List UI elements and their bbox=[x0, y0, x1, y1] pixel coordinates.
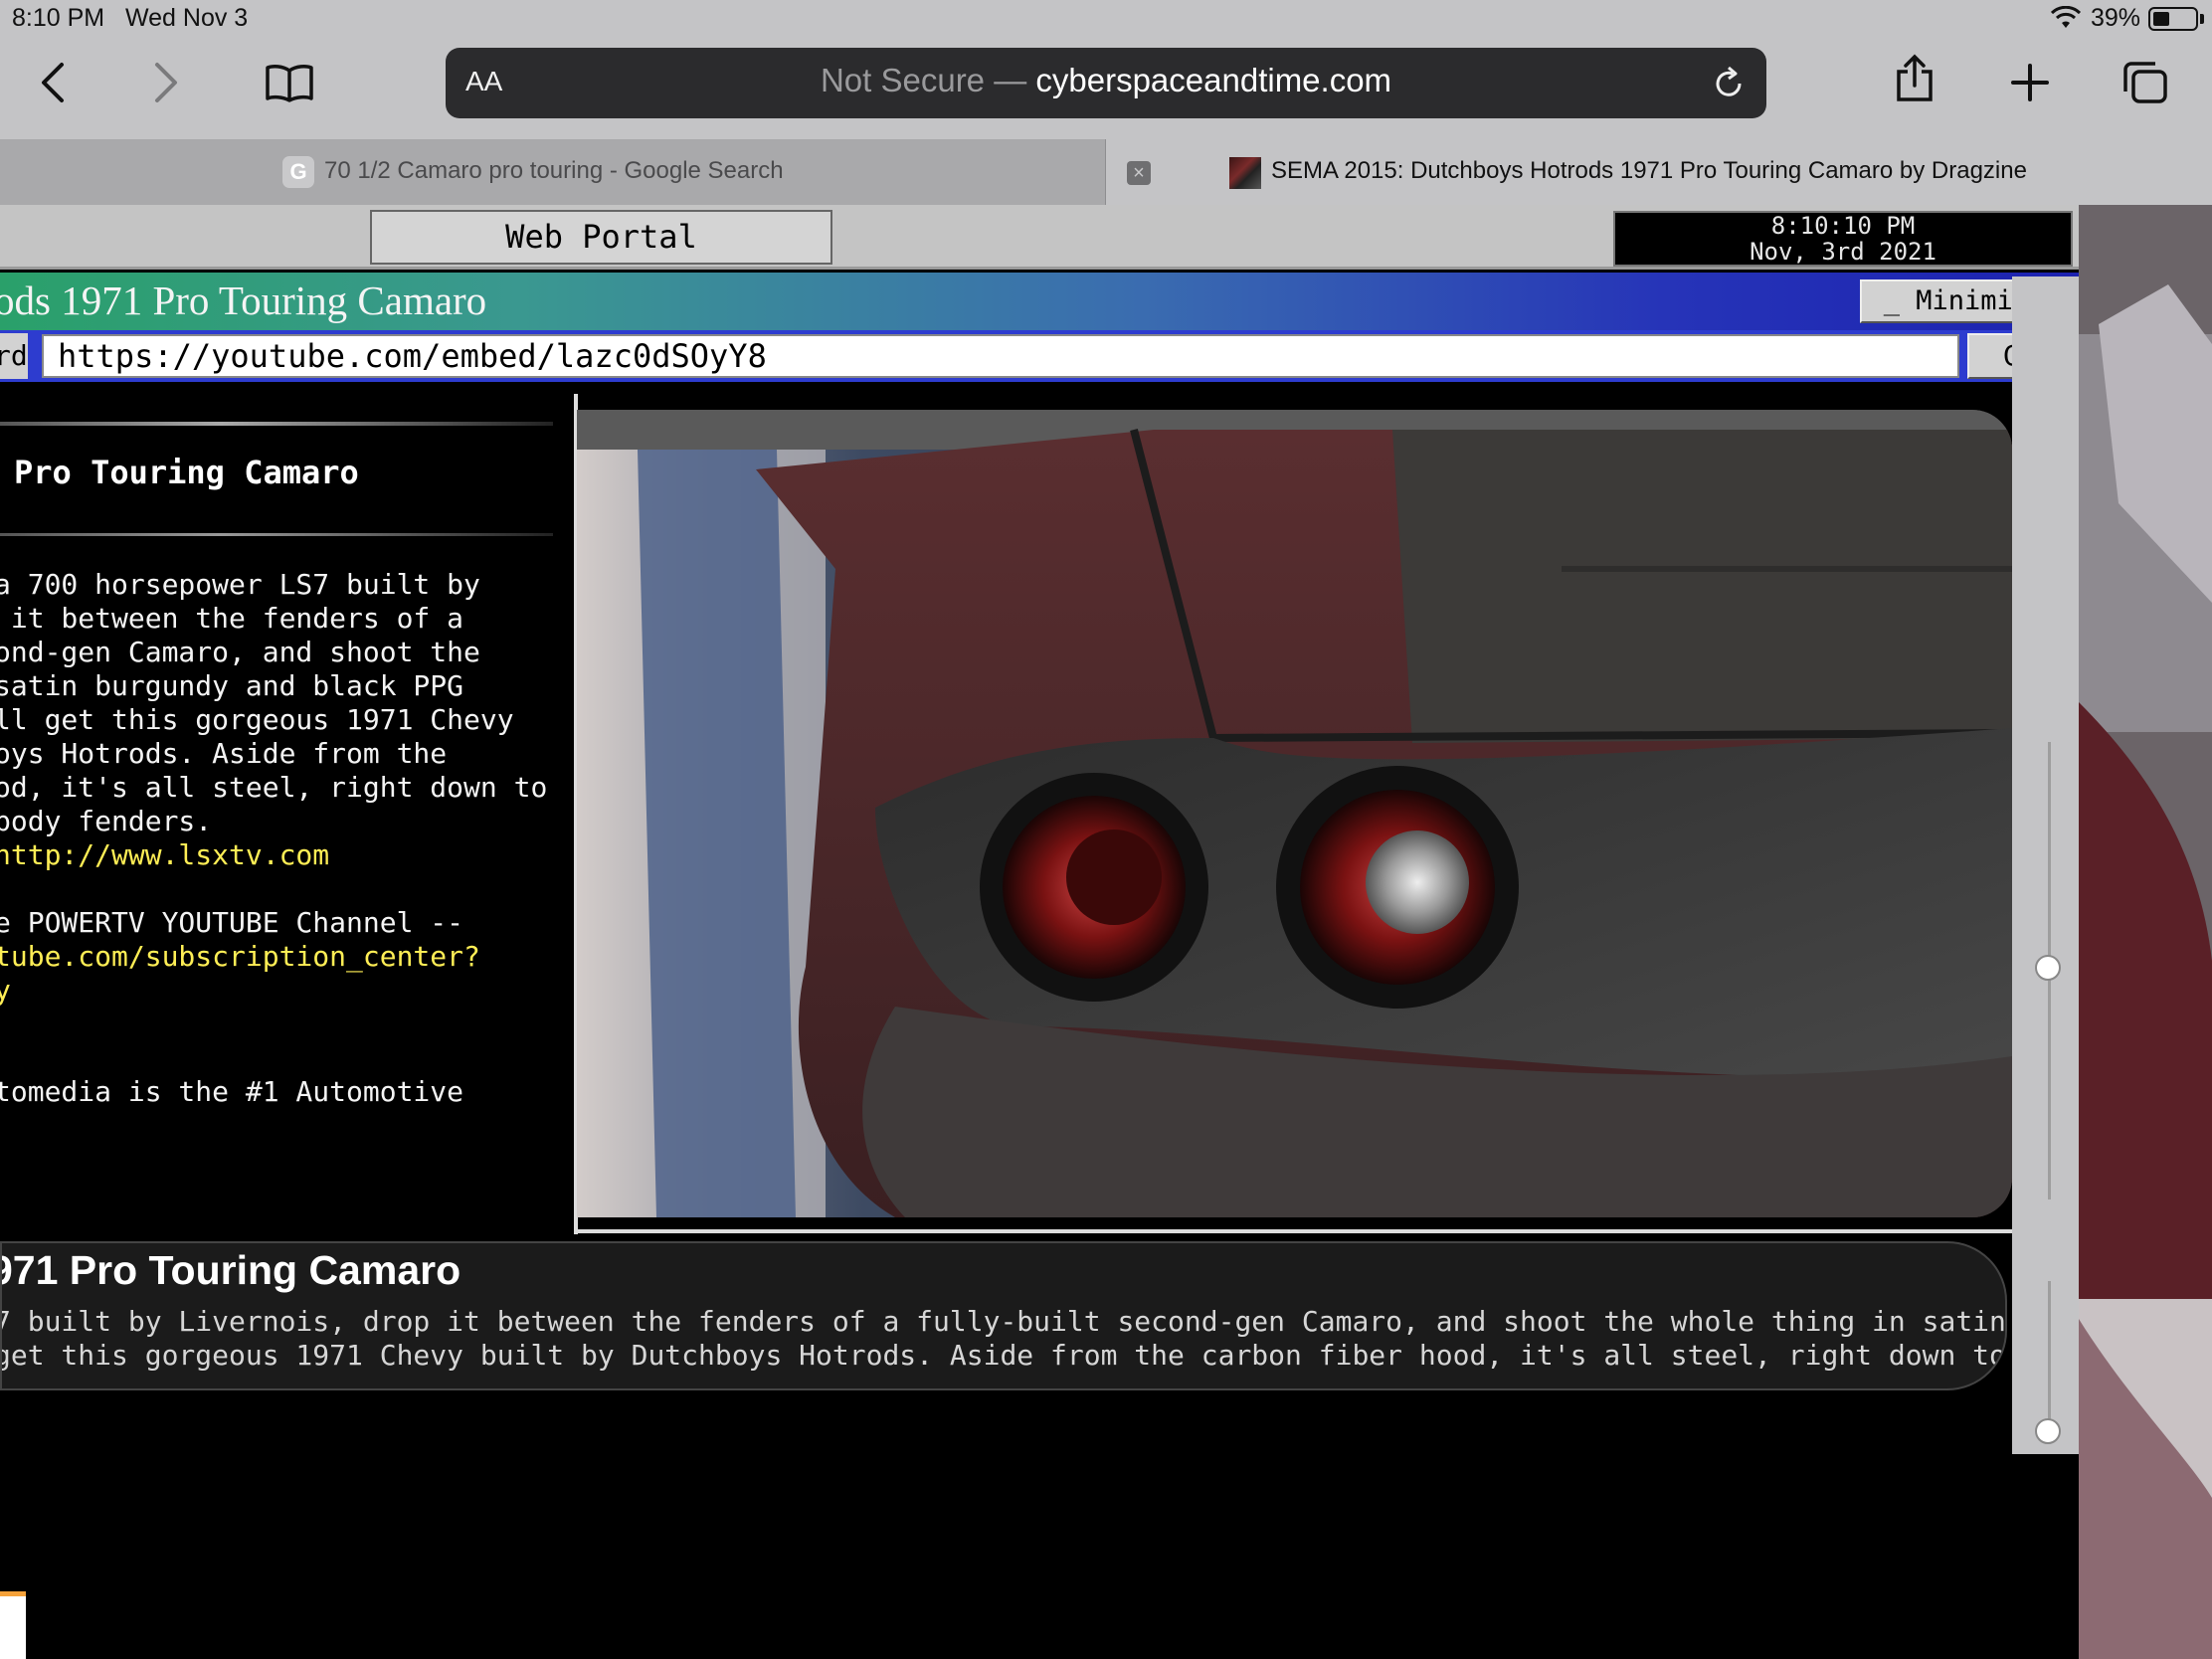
tab-title-active[interactable]: SEMA 2015: Dutchboys Hotrods 1971 Pro To… bbox=[1271, 157, 2027, 185]
battery-icon bbox=[2148, 7, 2198, 31]
back-icon[interactable] bbox=[28, 58, 78, 107]
video-frame-image bbox=[577, 410, 2012, 1217]
forward-icon[interactable] bbox=[141, 58, 191, 107]
window-address-bar: rd https://youtube.com/embed/lazc0dSOyY8… bbox=[0, 330, 2079, 382]
lsxtv-link[interactable]: http://www.lsxtv.com bbox=[0, 838, 575, 872]
domain-label: cyberspaceandtime.com bbox=[1035, 62, 1392, 98]
tabs-overview-icon[interactable] bbox=[2120, 58, 2170, 107]
page-widget[interactable] bbox=[0, 1591, 26, 1659]
description-line: oys Hotrods. Aside from the bbox=[0, 737, 448, 770]
new-tab-icon[interactable] bbox=[2005, 58, 2055, 107]
description-line: tomedia is the #1 Automotive bbox=[0, 1075, 464, 1108]
divider bbox=[0, 422, 553, 426]
battery-level bbox=[2153, 12, 2169, 26]
tab-google-search[interactable]: G 70 1/2 Camaro pro touring - Google Sea… bbox=[0, 139, 1106, 205]
video-info-panel: 971 Pro Touring Camaro 7 built by Livern… bbox=[0, 1241, 2007, 1390]
description-line: body fenders. bbox=[0, 805, 213, 837]
background-image bbox=[2079, 205, 2212, 1659]
close-tab-icon[interactable]: × bbox=[1127, 161, 1151, 185]
web-page: Web Portal 8:10:10 PM Nov, 3rd 2021 ods … bbox=[0, 205, 2079, 1659]
battery-percent: 39% bbox=[2091, 4, 2141, 32]
description-line: od, it's all steel, right down to bbox=[0, 771, 548, 804]
tab-bar: G 70 1/2 Camaro pro touring - Google Sea… bbox=[0, 139, 2212, 205]
share-icon[interactable] bbox=[1890, 54, 1939, 103]
security-label: Not Secure — bbox=[820, 62, 1027, 98]
description-line: e POWERTV YOUTUBE Channel -- bbox=[0, 906, 464, 939]
clock-display: 8:10:10 PM Nov, 3rd 2021 bbox=[1613, 211, 2073, 267]
tab-title: 70 1/2 Camaro pro touring - Google Searc… bbox=[324, 157, 784, 184]
description-line: ond-gen Camaro, and shoot the bbox=[0, 636, 480, 668]
subscription-link[interactable]: tube.com/subscription_center? bbox=[0, 940, 575, 974]
clock-date: Nov, 3rd 2021 bbox=[1750, 238, 1936, 266]
url-display[interactable]: Not Secure — cyberspaceandtime.com bbox=[446, 62, 1766, 99]
status-date: Wed Nov 3 bbox=[125, 4, 249, 32]
status-time: 8:10 PM bbox=[12, 4, 105, 32]
browser-toolbar: 8:10 PM Wed Nov 3 39% AA Not Secure — cy… bbox=[0, 0, 2212, 139]
embedded-video[interactable] bbox=[577, 410, 2012, 1217]
description-line: a 700 horsepower LS7 built by bbox=[0, 568, 480, 601]
scroll-rail[interactable] bbox=[2012, 276, 2080, 1454]
bookmarks-icon[interactable] bbox=[265, 58, 314, 107]
description-pane: Pro Touring Camaro a 700 horsepower LS7 … bbox=[0, 394, 575, 1229]
address-label: rd bbox=[0, 333, 28, 379]
window-title: ods 1971 Pro Touring Camaro bbox=[0, 277, 487, 323]
slider-knob[interactable] bbox=[2035, 1418, 2061, 1444]
info-text-line: 7 built by Livernois, drop it between th… bbox=[0, 1305, 2006, 1338]
info-title: 971 Pro Touring Camaro bbox=[0, 1247, 461, 1293]
wifi-icon bbox=[2051, 6, 2081, 28]
window-titlebar[interactable]: ods 1971 Pro Touring Camaro _ Minimize bbox=[0, 273, 2079, 330]
background-car-image bbox=[2079, 205, 2212, 1659]
video-border bbox=[577, 1229, 2012, 1233]
google-favicon-icon: G bbox=[282, 156, 314, 188]
battery-tip bbox=[2200, 14, 2204, 24]
info-text-line: get this gorgeous 1971 Chevy built by Du… bbox=[0, 1339, 2006, 1372]
description-line: satin burgundy and black PPG bbox=[0, 669, 464, 702]
clock-time: 8:10:10 PM bbox=[1770, 212, 1916, 240]
slider-knob[interactable] bbox=[2035, 955, 2061, 981]
dragzine-favicon-icon bbox=[1229, 157, 1261, 189]
slider-track bbox=[2048, 1281, 2051, 1440]
portal-bar: Web Portal 8:10:10 PM Nov, 3rd 2021 bbox=[0, 205, 2079, 270]
address-bar[interactable]: AA Not Secure — cyberspaceandtime.com bbox=[446, 48, 1766, 118]
video-heading: Pro Touring Camaro bbox=[14, 454, 359, 491]
description-line: it between the fenders of a bbox=[0, 602, 464, 635]
reload-icon[interactable] bbox=[1711, 66, 1747, 101]
description-line: ll get this gorgeous 1971 Chevy bbox=[0, 703, 514, 736]
web-portal-button[interactable]: Web Portal bbox=[370, 210, 832, 265]
subscription-link-tail[interactable]: y bbox=[0, 974, 575, 1008]
video-description: a 700 horsepower LS7 built by it between… bbox=[0, 568, 575, 1109]
divider bbox=[0, 533, 553, 536]
embed-url-input[interactable]: https://youtube.com/embed/lazc0dSOyY8 bbox=[42, 334, 1959, 378]
